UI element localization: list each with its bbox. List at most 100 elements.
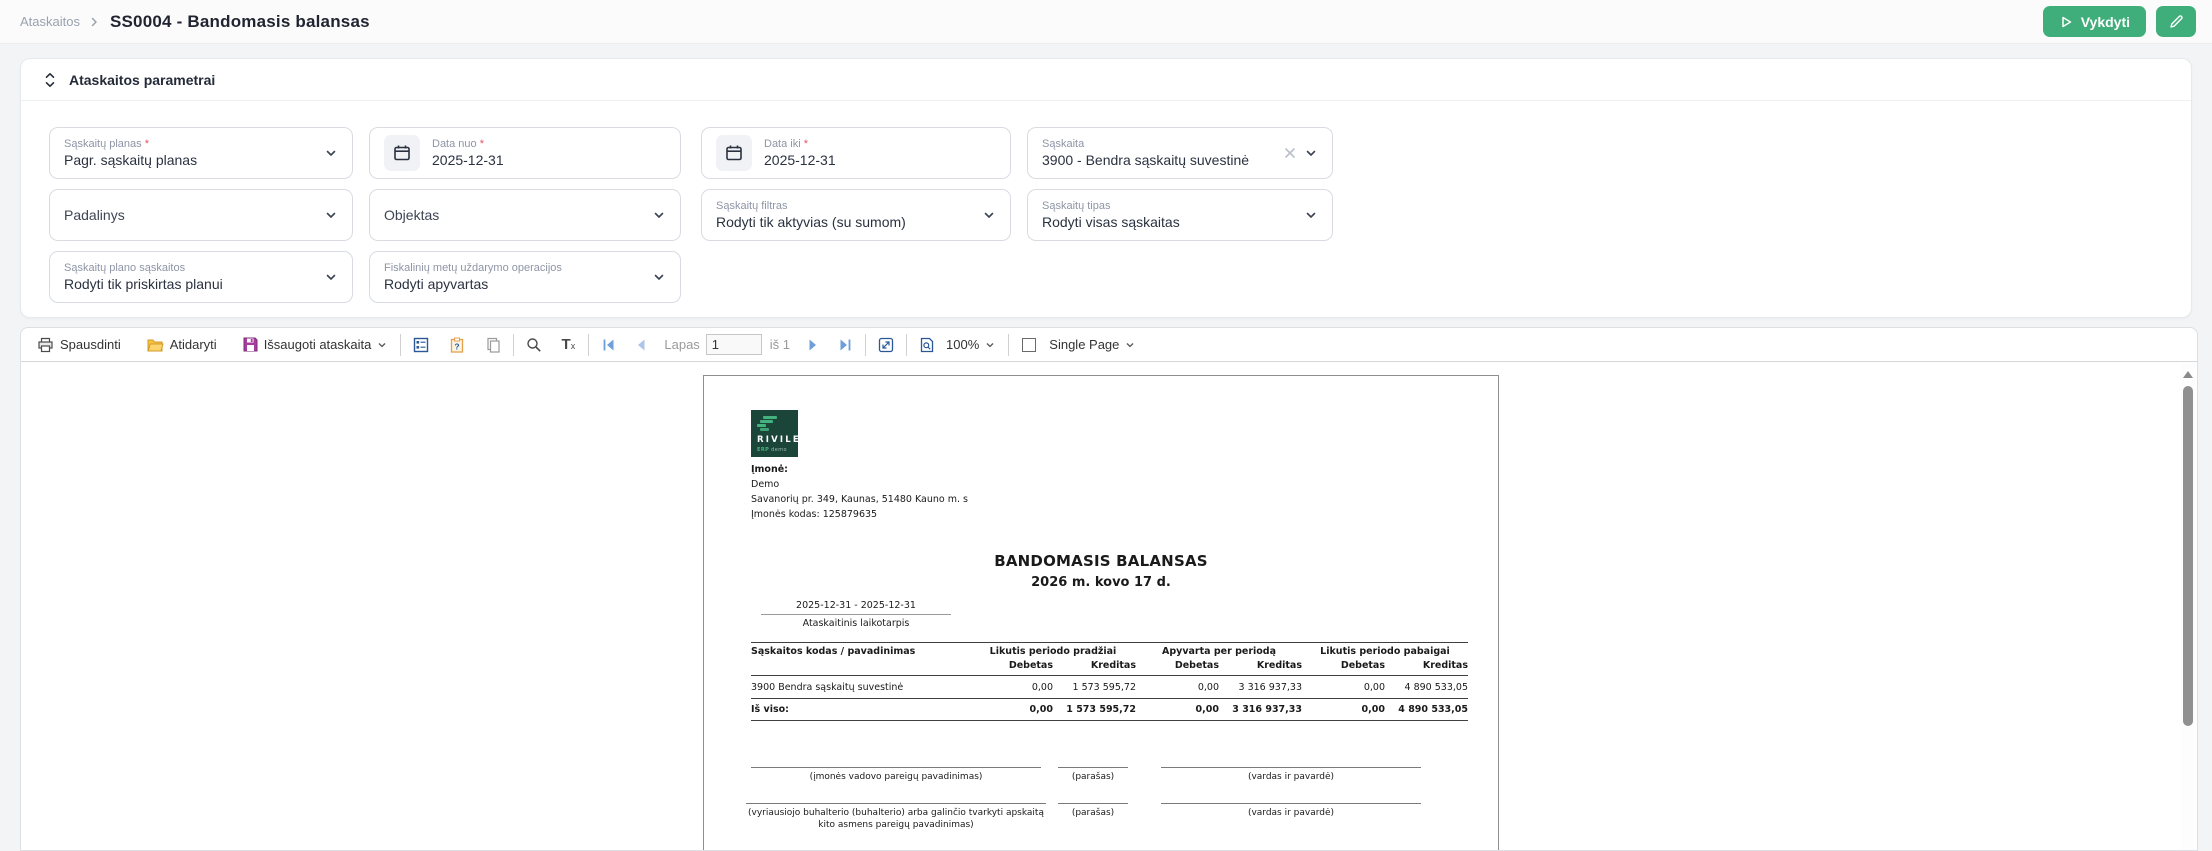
vertical-scrollbar[interactable] [2181, 362, 2195, 851]
edit-button[interactable] [2156, 6, 2196, 37]
field-saskaitu-tipas[interactable]: Sąskaitų tipas Rodyti visas sąskaitas [1027, 189, 1333, 241]
field-saskaitu-planas[interactable]: Sąskaitų planas * Pagr. sąskaitų planas [49, 127, 353, 179]
clear-icon[interactable] [1284, 147, 1296, 159]
cell-value: 0,00 [1136, 682, 1219, 693]
scroll-up-arrow-icon[interactable] [2183, 371, 2193, 378]
next-page-icon[interactable] [800, 332, 826, 358]
required-asterisk: * [480, 138, 484, 150]
column-header-account: Sąskaitos kodas / pavadinimas [751, 646, 970, 657]
report-page: RIVILE ERP demo Įmonė: Demo Savanorių pr… [703, 375, 1499, 851]
subheader-debit: Debetas [1302, 660, 1385, 671]
field-value: Rodyti tik priskirtas planui [64, 276, 316, 292]
folder-icon [147, 338, 164, 352]
chevron-down-icon[interactable] [324, 146, 338, 160]
account-name: 3900 Bendra sąskaitų suvestinė [751, 682, 970, 693]
cell-value: 0,00 [1302, 682, 1385, 693]
zoom-level-dropdown[interactable]: 100% [940, 332, 1001, 358]
field-saskaita[interactable]: Sąskaita 3900 - Bendra sąskaitų suvestin… [1027, 127, 1333, 179]
subheader-debit: Debetas [970, 660, 1053, 671]
signature-line: (parašas) [1058, 767, 1128, 783]
play-icon [2059, 15, 2073, 29]
calendar-icon[interactable] [384, 135, 420, 171]
open-label: Atidaryti [170, 337, 217, 352]
svg-text:?: ? [455, 341, 460, 351]
cell-value: 1 573 595,72 [1053, 682, 1136, 693]
report-parameters-panel: Ataskaitos parametrai Sąskaitų planas * … [20, 58, 2192, 318]
top-bar: Ataskaitos SS0004 - Bandomasis balansas … [0, 0, 2212, 44]
field-value: 3900 - Bendra sąskaitų suvestinė [1042, 152, 1276, 168]
signature-caption: (vyriausiojo buhalterio (buhalterio) arb… [746, 803, 1046, 831]
parameters-title: Ataskaitos parametrai [69, 72, 215, 88]
cell-value: 0,00 [970, 682, 1053, 693]
copy-pages-icon[interactable] [480, 332, 506, 358]
previous-page-icon[interactable] [628, 332, 654, 358]
total-value: 1 573 595,72 [1053, 704, 1136, 715]
trial-balance-table: Sąskaitos kodas / pavadinimas Likutis pe… [751, 642, 1468, 721]
logo-sub-demo: demo [771, 447, 787, 453]
chevron-down-icon[interactable] [324, 208, 338, 222]
scrollbar-thumb[interactable] [2183, 386, 2193, 726]
parameters-header[interactable]: Ataskaitos parametrai [21, 59, 2191, 101]
logo-bars-icon [757, 416, 777, 431]
chevron-down-icon[interactable] [652, 270, 666, 284]
subheader-credit: Kreditas [1385, 660, 1468, 671]
page-title: SS0004 - Bandomasis balansas [110, 12, 370, 32]
report-date: 2026 m. kovo 17 d. [704, 575, 1498, 590]
chevron-down-icon[interactable] [652, 208, 666, 222]
field-label: Data nuo [432, 138, 477, 150]
column-group-turnover: Apyvarta per periodą [1136, 646, 1302, 657]
total-value: 0,00 [1302, 704, 1385, 715]
zoom-value: 100% [946, 337, 979, 352]
page-label: Lapas [664, 337, 699, 352]
field-placeholder: Objektas [384, 207, 644, 223]
company-address: Savanorių pr. 349, Kaunas, 51480 Kauno m… [751, 492, 968, 507]
text-selection-icon[interactable]: Tx [555, 332, 581, 358]
save-report-button[interactable]: Išsaugoti ataskaita [237, 332, 394, 358]
chevron-down-icon[interactable] [1304, 146, 1318, 160]
signature-name-line: (vardas ir pavardė) [1161, 803, 1421, 819]
open-button[interactable]: Atidaryti [141, 332, 223, 358]
clipboard-icon[interactable]: ? [444, 332, 470, 358]
field-data-nuo[interactable]: Data nuo * 2025-12-31 [369, 127, 681, 179]
chevron-down-icon[interactable] [982, 208, 996, 222]
field-objektas[interactable]: Objektas [369, 189, 681, 241]
last-page-icon[interactable] [832, 332, 858, 358]
checkbox-icon[interactable] [1022, 338, 1036, 352]
chevron-down-icon [985, 340, 995, 350]
required-asterisk: * [145, 138, 149, 150]
field-value: 2025-12-31 [764, 152, 996, 168]
logo-sub-erp: ERP [757, 447, 769, 453]
print-button[interactable]: Spausdinti [31, 332, 127, 358]
cell-value: 3 316 937,33 [1219, 682, 1302, 693]
fullscreen-icon[interactable] [873, 332, 899, 358]
chevron-down-icon[interactable] [324, 270, 338, 284]
field-label: Sąskaitų tipas [1042, 200, 1296, 212]
parameters-panel-icon[interactable] [408, 332, 434, 358]
single-page-toggle[interactable]: Single Page [1016, 332, 1141, 358]
pencil-icon [2169, 14, 2184, 29]
field-data-iki[interactable]: Data iki * 2025-12-31 [701, 127, 1011, 179]
subheader-credit: Kreditas [1219, 660, 1302, 671]
field-saskaitu-filtras[interactable]: Sąskaitų filtras Rodyti tik aktyvias (su… [701, 189, 1011, 241]
subheader-credit: Kreditas [1053, 660, 1136, 671]
field-saskaitu-plano-saskaitos[interactable]: Sąskaitų plano sąskaitos Rodyti tik pris… [49, 251, 353, 303]
field-label: Sąskaitų plano sąskaitos [64, 262, 316, 274]
chevron-down-icon[interactable] [1304, 208, 1318, 222]
first-page-icon[interactable] [596, 332, 622, 358]
table-row: 3900 Bendra sąskaitų suvestinė 0,00 1 57… [751, 676, 1468, 699]
field-padalinys[interactable]: Padalinys [49, 189, 353, 241]
field-value: Rodyti tik aktyvias (su sumom) [716, 214, 974, 230]
chevron-down-icon [1125, 340, 1135, 350]
floppy-disk-icon [243, 337, 258, 352]
zoom-page-icon[interactable] [914, 332, 940, 358]
breadcrumb[interactable]: Ataskaitos [20, 14, 80, 29]
period-range: 2025-12-31 - 2025-12-31 [761, 600, 951, 615]
field-fiskaliniu-metu-operacijos[interactable]: Fiskalinių metų uždarymo operacijos Rody… [369, 251, 681, 303]
run-button[interactable]: Vykdyti [2043, 6, 2146, 37]
logo-brand-text: RIVILE [757, 435, 801, 445]
page-number-input[interactable] [706, 334, 762, 355]
calendar-icon[interactable] [716, 135, 752, 171]
search-icon[interactable] [521, 332, 547, 358]
total-value: 0,00 [970, 704, 1053, 715]
collapse-icon[interactable] [43, 72, 57, 88]
